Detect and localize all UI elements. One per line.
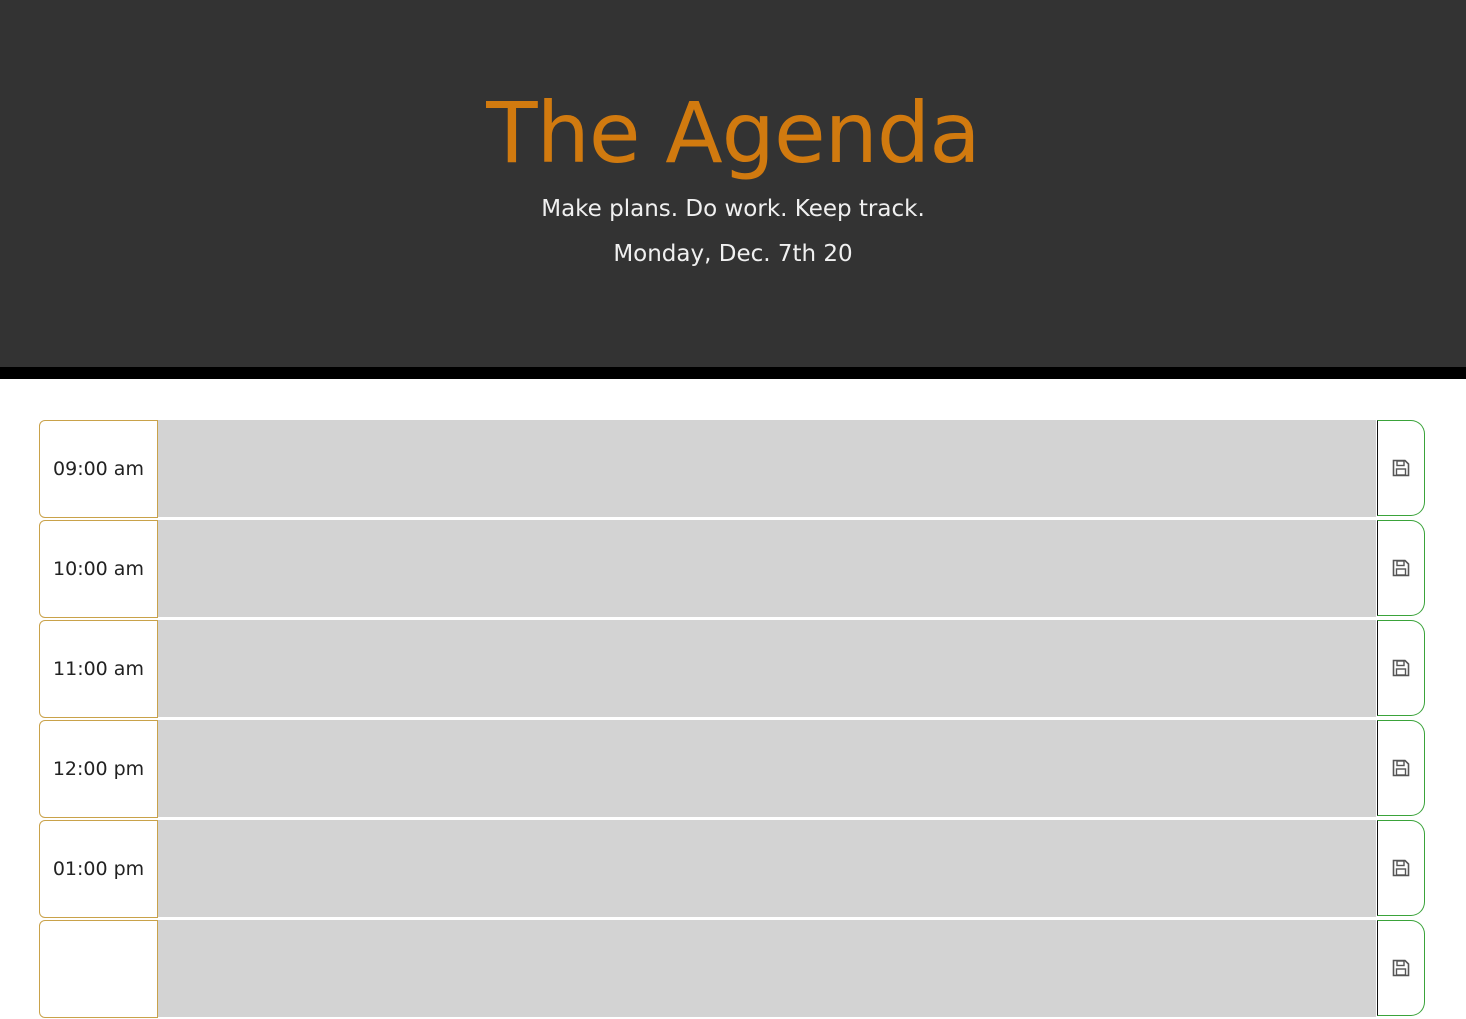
floppy-disk-icon <box>1392 559 1410 577</box>
hour-label: 09:00 am <box>39 420 158 518</box>
current-date: Monday, Dec. 7th 20 <box>613 241 853 267</box>
save-button[interactable] <box>1377 820 1425 916</box>
timeblock-row: 09:00 am <box>38 419 1427 519</box>
save-button[interactable] <box>1377 420 1425 516</box>
save-button[interactable] <box>1377 520 1425 616</box>
floppy-disk-icon <box>1392 959 1410 977</box>
page-title: The Agenda <box>486 84 980 182</box>
hour-label: 11:00 am <box>39 620 158 718</box>
description-field[interactable] <box>158 920 1376 1018</box>
tagline: Make plans. Do work. Keep track. <box>541 196 925 222</box>
save-button[interactable] <box>1377 920 1425 1016</box>
description-field[interactable] <box>158 620 1376 718</box>
timeblock-row: 11:00 am <box>38 619 1427 719</box>
save-button[interactable] <box>1377 620 1425 716</box>
save-button[interactable] <box>1377 720 1425 816</box>
header: The Agenda Make plans. Do work. Keep tra… <box>0 0 1466 379</box>
hour-label: 10:00 am <box>39 520 158 618</box>
timeblock-container: 09:00 am 10:00 am 11:00 am 12:00 pm 01:0… <box>38 419 1427 1019</box>
hour-label: 01:00 pm <box>39 820 158 918</box>
floppy-disk-icon <box>1392 459 1410 477</box>
description-field[interactable] <box>158 720 1376 818</box>
floppy-disk-icon <box>1392 759 1410 777</box>
floppy-disk-icon <box>1392 659 1410 677</box>
timeblock-row: 12:00 pm <box>38 719 1427 819</box>
description-field[interactable] <box>158 820 1376 918</box>
floppy-disk-icon <box>1392 859 1410 877</box>
hour-label: 12:00 pm <box>39 720 158 818</box>
timeblock-row <box>38 919 1427 1019</box>
hour-label <box>39 920 158 1018</box>
description-field[interactable] <box>158 420 1376 518</box>
description-field[interactable] <box>158 520 1376 618</box>
timeblock-row: 01:00 pm <box>38 819 1427 919</box>
timeblock-row: 10:00 am <box>38 519 1427 619</box>
